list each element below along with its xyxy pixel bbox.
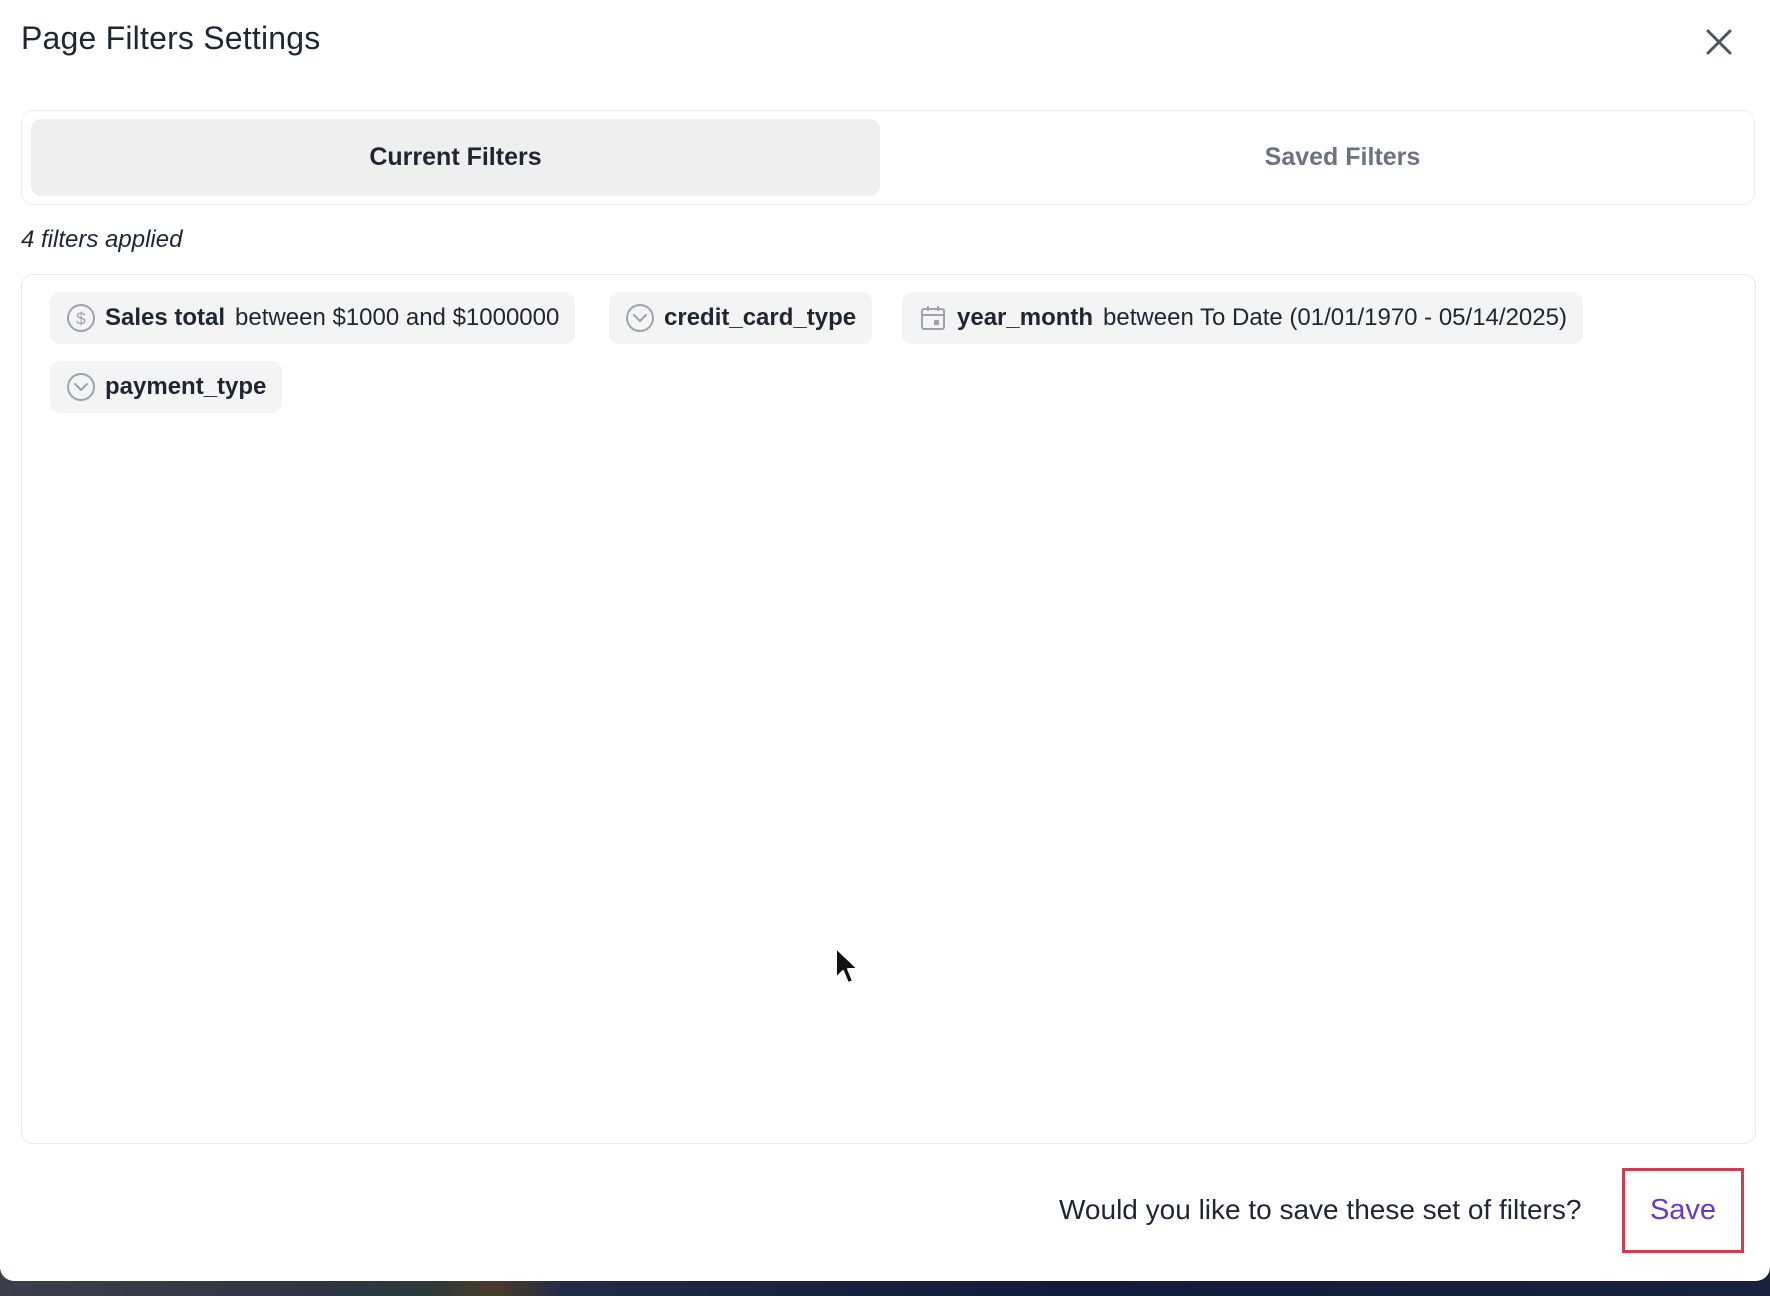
filter-chip-credit-card-type[interactable]: credit_card_type (609, 292, 873, 344)
chevron-circle-icon (66, 372, 96, 402)
filter-condition: between To Date (01/01/1970 - 05/14/2025… (1103, 304, 1567, 331)
filter-chip-year-month[interactable]: year_month between To Date (01/01/1970 -… (902, 292, 1583, 344)
chevron-circle-icon (625, 303, 655, 333)
filter-field-label: Sales total (105, 304, 226, 331)
filters-list: $ Sales total between $1000 and $1000000… (21, 274, 1756, 1144)
close-button[interactable] (1697, 20, 1741, 64)
svg-text:$: $ (76, 309, 86, 328)
filters-applied-count: 4 filters applied (21, 226, 183, 253)
tab-saved-filters[interactable]: Saved Filters (918, 119, 1767, 196)
filter-field-label: year_month (957, 304, 1094, 331)
save-filters-prompt: Would you like to save these set of filt… (1059, 1194, 1582, 1225)
filter-chip-sales-total[interactable]: $ Sales total between $1000 and $1000000 (50, 292, 576, 344)
dollar-circle-icon: $ (66, 303, 96, 333)
page-filters-modal: Page Filters Settings Current Filters Sa… (0, 0, 1770, 1281)
filter-condition: between $1000 and $1000000 (235, 304, 560, 331)
modal-title: Page Filters Settings (21, 20, 321, 56)
mouse-cursor-icon (835, 947, 859, 984)
calendar-icon (918, 303, 948, 333)
filter-field-label: payment_type (105, 373, 267, 400)
close-icon (1706, 29, 1732, 55)
filter-chip-payment-type[interactable]: payment_type (50, 361, 283, 413)
tab-current-filters[interactable]: Current Filters (31, 119, 880, 196)
save-button[interactable]: Save (1622, 1168, 1744, 1253)
filter-tabs: Current Filters Saved Filters (21, 110, 1755, 205)
filter-field-label: credit_card_type (664, 304, 857, 331)
